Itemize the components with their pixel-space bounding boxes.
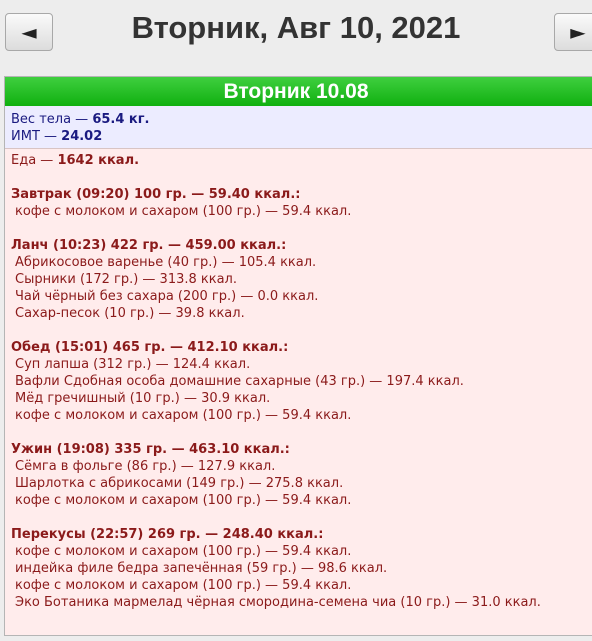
meal-section: Завтрак (09:20) 100 гр. — 59.40 ккал.: ко… (11, 186, 592, 220)
meal-item: кофе с молоком и сахаром (100 гр.) — 59.… (15, 493, 352, 508)
meal-item: Сырники (172 гр.) — 313.8 ккал. (15, 272, 238, 287)
bmi-value: 24.02 (61, 129, 103, 144)
food-total-row: Еда — 1642 ккал. (11, 152, 592, 169)
meal-header: Перекусы (22:57) 269 гр. — 248.40 ккал.: (11, 527, 324, 542)
meal-item: Вафли Сдобная особа домашние сахарные (4… (15, 374, 464, 389)
page-title: Вторник, Авг 10, 2021 (131, 10, 461, 45)
meals-list: Завтрак (09:20) 100 гр. — 59.40 ккал.: ко… (11, 186, 592, 611)
meal-item: Сахар-песок (10 гр.) — 39.8 ккал. (15, 306, 245, 321)
meal-item: кофе с молоком и сахаром (100 гр.) — 59.… (15, 578, 352, 593)
meal-item: Абрикосовое варенье (40 гр.) — 105.4 кка… (15, 255, 317, 270)
meal-item: Сёмга в фольге (86 гр.) — 127.9 ккал. (15, 459, 276, 474)
day-header: Вторник 10.08 (5, 77, 592, 106)
meal-item: Шарлотка с абрикосами (149 гр.) — 275.8 … (15, 476, 344, 491)
weight-label: Вес тела — (11, 112, 93, 127)
body-metrics-block[interactable]: Вес тела — 65.4 кг. ИМТ — 24.02 (5, 106, 592, 149)
meal-item: кофе с молоком и сахаром (100 гр.) — 59.… (15, 408, 352, 423)
meal-header: Обед (15:01) 465 гр. — 412.10 ккал.: (11, 340, 289, 355)
meal-header: Ужин (19:08) 335 гр. — 463.10 ккал.: (11, 442, 290, 457)
bmi-label: ИМТ — (11, 129, 62, 144)
meal-section: Ланч (10:23) 422 гр. — 459.00 ккал.: Абри… (11, 237, 592, 322)
weight-row: Вес тела — 65.4 кг. (11, 111, 592, 128)
weight-value: 65.4 кг. (92, 112, 150, 127)
meal-item: Мёд гречишный (10 гр.) — 30.9 ккал. (15, 391, 271, 406)
meal-header: Ланч (10:23) 422 гр. — 459.00 ккал.: (11, 238, 287, 253)
arrow-left-icon: ◄ (21, 20, 37, 44)
day-panel: Вторник 10.08 Вес тела — 65.4 кг. ИМТ — … (4, 76, 592, 636)
previous-day-button[interactable]: ◄ (5, 13, 53, 51)
meal-section: Ужин (19:08) 335 гр. — 463.10 ккал.: Сёмг… (11, 441, 592, 509)
meal-item: кофе с молоком и сахаром (100 гр.) — 59.… (15, 544, 352, 559)
meal-item: Суп лапша (312 гр.) — 124.4 ккал. (15, 357, 251, 372)
food-block[interactable]: Еда — 1642 ккал. Завтрак (09:20) 100 гр.… (5, 149, 592, 611)
arrow-right-icon: ► (570, 20, 586, 44)
bmi-row: ИМТ — 24.02 (11, 128, 592, 145)
date-navigation-bar: ◄ Вторник, Авг 10, 2021 ► (0, 0, 592, 70)
meal-header: Завтрак (09:20) 100 гр. — 59.40 ккал.: (11, 187, 301, 202)
food-total-value: 1642 ккал. (57, 153, 140, 168)
meal-item: Чай чёрный без сахара (200 гр.) — 0.0 кк… (15, 289, 319, 304)
food-total-label: Еда — (11, 153, 58, 168)
meal-section: Перекусы (22:57) 269 гр. — 248.40 ккал.:… (11, 526, 592, 611)
meal-item: Эко Ботаника мармелад чёрная смородина-с… (15, 595, 541, 610)
next-day-button[interactable]: ► (554, 13, 592, 51)
meal-item: кофе с молоком и сахаром (100 гр.) — 59.… (15, 204, 352, 219)
meal-section: Обед (15:01) 465 гр. — 412.10 ккал.: Суп … (11, 339, 592, 424)
meal-item: индейка филе бедра запечённая (59 гр.) —… (15, 561, 388, 576)
